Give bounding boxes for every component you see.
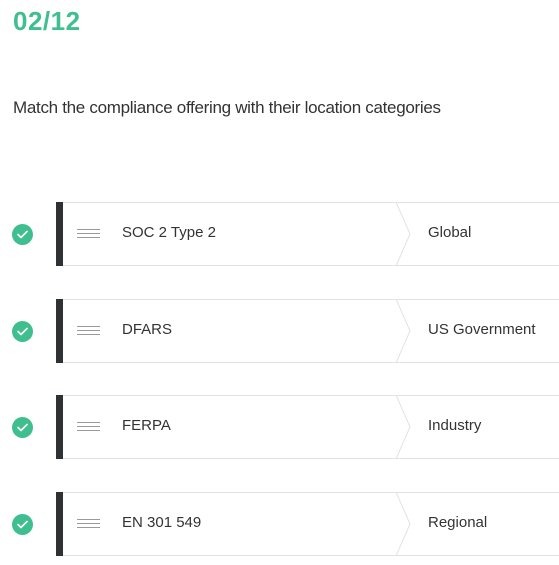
check-icon <box>12 320 33 342</box>
card-accent-bar <box>56 202 63 266</box>
match-row: FERPA Industry <box>0 395 559 460</box>
chevron-divider <box>396 492 411 557</box>
match-row: EN 301 549 Regional <box>0 492 559 557</box>
drag-handle-icon[interactable] <box>77 422 100 433</box>
card-accent-bar <box>56 492 63 557</box>
drag-handle-icon[interactable] <box>77 325 100 337</box>
check-icon <box>12 224 33 245</box>
check-icon <box>12 514 33 536</box>
offering-label: SOC 2 Type 2 <box>122 224 216 241</box>
match-list: SOC 2 Type 2 Global DFARS US Government … <box>0 202 559 565</box>
card-accent-bar <box>56 395 63 460</box>
card-accent-bar <box>56 298 63 363</box>
category-label: Industry <box>428 417 482 435</box>
category-label: Global <box>428 224 472 241</box>
chevron-divider <box>396 202 411 266</box>
offering-label: FERPA <box>122 417 171 435</box>
chevron-divider <box>396 298 411 363</box>
drag-handle-icon[interactable] <box>77 229 100 240</box>
offering-label: DFARS <box>122 320 173 338</box>
match-row: DFARS US Government <box>0 298 559 363</box>
chevron-divider <box>396 395 411 460</box>
quiz-page: 02/12 Match the compliance offering with… <box>0 0 559 565</box>
offering-label: EN 301 549 <box>122 514 202 532</box>
category-label: Regional <box>428 514 488 532</box>
drag-handle-icon[interactable] <box>77 519 100 530</box>
question-counter: 02/12 <box>13 6 81 36</box>
category-label: US Government <box>428 320 536 338</box>
question-text: Match the compliance offering with their… <box>13 98 441 117</box>
match-row: SOC 2 Type 2 Global <box>0 202 559 266</box>
check-icon <box>12 417 33 439</box>
